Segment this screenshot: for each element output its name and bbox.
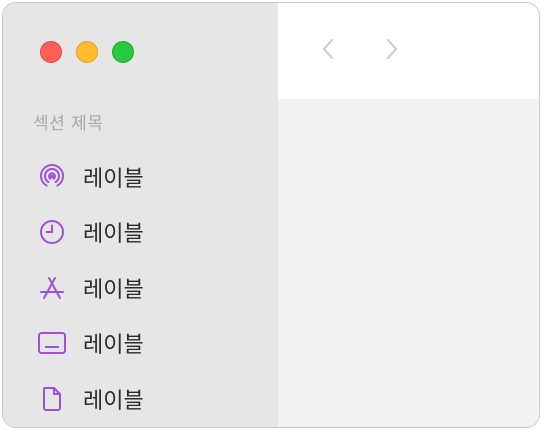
sidebar-item-applications[interactable]: 레이블 [37, 264, 267, 320]
traffic-lights [40, 41, 134, 63]
app-window: 섹션 제목 레이블 레이블 레이블 레이블 레이블 [2, 2, 540, 428]
sidebar-list: 레이블 레이블 레이블 레이블 레이블 [37, 153, 267, 427]
app-store-icon [37, 273, 67, 303]
sidebar-item-documents[interactable]: 레이블 [37, 375, 267, 427]
back-button[interactable] [316, 37, 340, 65]
sidebar-item-label: 레이블 [83, 222, 144, 248]
airdrop-icon [37, 162, 67, 192]
sidebar-item-airdrop[interactable]: 레이블 [37, 153, 267, 209]
clock-icon [37, 217, 67, 247]
document-icon [37, 384, 67, 414]
sidebar-item-label: 레이블 [83, 388, 144, 414]
display-icon [37, 328, 67, 358]
forward-button[interactable] [380, 37, 404, 65]
chevron-right-icon [385, 37, 399, 65]
zoom-button[interactable] [112, 41, 134, 63]
sidebar-item-recents[interactable]: 레이블 [37, 209, 267, 265]
sidebar-section-title: 섹션 제목 [33, 114, 104, 134]
main-content [278, 99, 539, 427]
minimize-button[interactable] [76, 41, 98, 63]
sidebar-item-label: 레이블 [83, 333, 144, 359]
sidebar-item-label: 레이블 [83, 277, 144, 303]
sidebar: 섹션 제목 레이블 레이블 레이블 레이블 레이블 [3, 3, 278, 427]
sidebar-item-desktop[interactable]: 레이블 [37, 320, 267, 376]
close-button[interactable] [40, 41, 62, 63]
toolbar [278, 3, 539, 99]
sidebar-item-label: 레이블 [83, 166, 144, 192]
chevron-left-icon [321, 37, 335, 65]
